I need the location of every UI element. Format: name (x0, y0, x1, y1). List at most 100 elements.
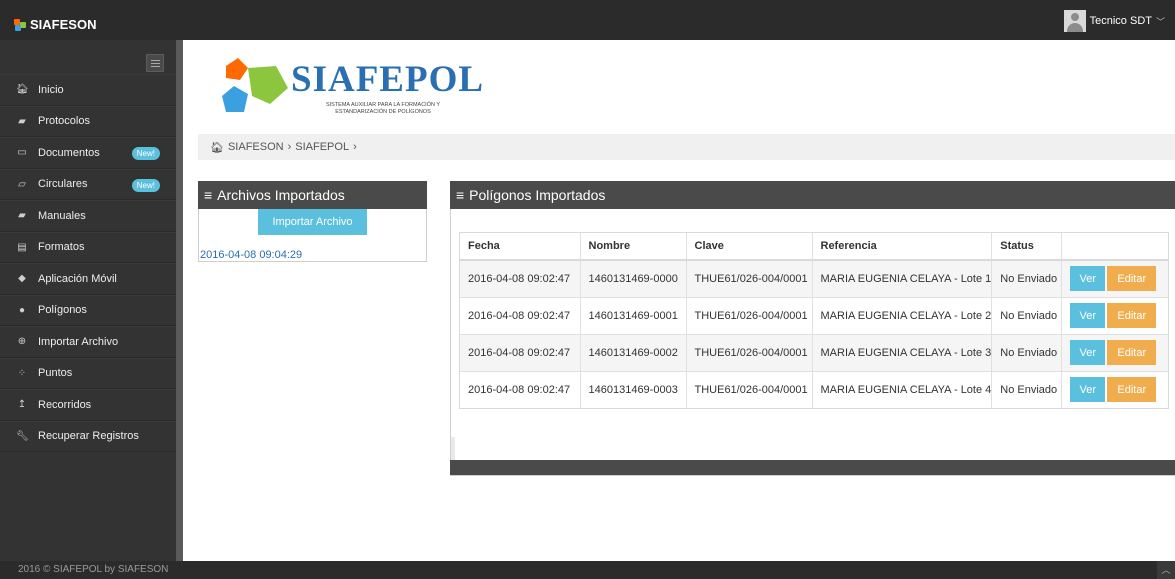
archivos-panel: ≡ Archivos Importados Importar Archivo 2… (198, 181, 427, 262)
logo-title: SIAFEPOL (291, 59, 485, 100)
actions-cell: Ver Editar (1061, 296, 1168, 334)
sidebar-item-manuales[interactable]: ▰ Manuales (0, 200, 176, 232)
table-cell: No Enviado (991, 370, 1063, 408)
breadcrumb: 🏠︎ SIAFESON › SIAFEPOL › (198, 134, 1175, 160)
table-cell: MARIA EUGENIA CELAYA - Lote 3 (812, 333, 993, 371)
sidebar-item-protocolos[interactable]: ▰ Protocolos (0, 105, 176, 137)
table-cell: 2016-04-08 09:02:47 (460, 333, 581, 371)
sidebar-item-label: Inicio (38, 83, 64, 96)
scroll-to-top-button[interactable]: ︿ (1157, 561, 1175, 579)
table-row: 2016-04-08 09:02:47 1460131469-0002 THUE61… (460, 333, 1168, 371)
actions-cell: Ver Editar (1061, 370, 1168, 408)
table-cell: 2016-04-08 09:02:47 (460, 370, 581, 408)
avatar (1063, 10, 1086, 32)
sidebar-item-label: Protocolos (38, 115, 90, 128)
book-icon: ▰ (18, 115, 26, 127)
breadcrumb-current[interactable]: SIAFEPOL (295, 141, 349, 153)
ver-button[interactable]: Ver (1070, 303, 1106, 328)
table-header-row: Fecha Nombre Clave Referencia Status (460, 233, 1168, 261)
poligonos-panel: ≡ Polígonos Importados Fecha Nombre Clav… (450, 181, 1175, 476)
siafepol-logo: SIAFEPOL SISTEMA AUXILIAR PARA LA FORMAC… (218, 56, 483, 122)
table-cell: THUE61/026-004/0001 (686, 296, 813, 334)
column-header-fecha: Fecha (460, 233, 581, 261)
import-file-button[interactable]: Importar Archivo (258, 209, 367, 235)
new-badge: New! (131, 178, 160, 192)
sidebar-item-label: Aplicación Móvil (38, 272, 117, 285)
ver-button[interactable]: Ver (1070, 377, 1106, 403)
sidebar-item-recuperar-registros[interactable]: 🔧︎ Recuperar Registros (0, 420, 176, 452)
user-menu[interactable]: Tecnico SDT ﹀ (1063, 10, 1165, 32)
sidebar-item-circulares[interactable]: ▱ Circulares New! (0, 168, 176, 200)
table-cell: MARIA EUGENIA CELAYA - Lote 4 (812, 370, 993, 408)
book-icon: ▰ (18, 210, 26, 222)
table-row: 2016-04-08 09:02:47 1460131469-0001 THUE61… (460, 296, 1168, 334)
poligonos-panel-footer (450, 460, 1175, 475)
poligonos-panel-header: ≡ Polígonos Importados (450, 181, 1175, 209)
sidebar-item-documentos[interactable]: ▭ Documentos New! (0, 137, 176, 169)
sidebar-menu: 🏠︎ Inicio ▰ Protocolos ▭ Documentos New! ▱ Circu… (0, 74, 176, 452)
table-cell: THUE61/026-004/0001 (686, 370, 813, 408)
new-badge: New! (131, 147, 160, 160)
user-name: Tecnico SDT (1089, 15, 1152, 27)
table-row: 2016-04-08 09:02:47 1460131469-0003 THUE61… (460, 370, 1168, 408)
logo-subtitle-line2: ESTANDARIZACIÓN DE POLÍGONOS (335, 109, 431, 115)
breadcrumb-home[interactable]: SIAFESON (228, 141, 284, 153)
poligonos-table: Fecha Nombre Clave Referencia Status 201… (459, 232, 1169, 409)
breadcrumb-separator: › (353, 141, 357, 153)
sidebar-item-inicio[interactable]: 🏠︎ Inicio (0, 74, 176, 106)
table-cell: MARIA EUGENIA CELAYA - Lote 1 (812, 259, 993, 297)
android-icon: ◆ (18, 273, 26, 285)
chevron-down-icon: ﹀ (1155, 16, 1165, 27)
logo-subtitle: SISTEMA AUXILIAR PARA LA FORMACIÓN Y EST… (298, 102, 468, 116)
poligonos-panel-title: Polígonos Importados (469, 187, 606, 203)
sidebar-item-label: Formatos (38, 241, 85, 254)
imported-file-link[interactable]: 2016-04-08 09:04:29 (200, 249, 302, 261)
editar-button[interactable]: Editar (1107, 377, 1157, 403)
sidebar-item-label: Documentos (38, 146, 100, 159)
table-cell: 2016-04-08 09:02:47 (460, 259, 581, 297)
breadcrumb-separator: › (287, 141, 292, 153)
ver-button[interactable]: Ver (1070, 266, 1106, 292)
table-cell: THUE61/026-004/0001 (686, 333, 813, 371)
sidebar-item-importar-archivo[interactable]: ⊕ Importar Archivo (0, 326, 176, 358)
editar-button[interactable]: Editar (1107, 266, 1157, 292)
home-icon: 🏠︎ (210, 141, 224, 154)
sidebar-item-label: Importar Archivo (38, 335, 119, 348)
editar-button[interactable]: Editar (1107, 340, 1157, 365)
table-cell: No Enviado (991, 333, 1063, 371)
table-cell: No Enviado (991, 259, 1063, 297)
sidebar-item-formatos[interactable]: ▤ Formatos (0, 231, 176, 263)
sidebar-toggle-button[interactable] (146, 54, 164, 72)
table-cell: THUE61/026-004/0001 (686, 259, 813, 297)
column-header-clave: Clave (686, 233, 813, 261)
brand-name: SIAFESON (30, 17, 97, 32)
table-cell: 1460131469-0002 (580, 333, 687, 371)
editar-button[interactable]: Editar (1107, 303, 1157, 328)
sidebar-scrollbar[interactable] (176, 40, 183, 561)
top-navbar: SIAFESON Tecnico SDT ﹀ (0, 0, 1175, 40)
actions-cell: Ver Editar (1061, 259, 1168, 297)
archivos-panel-header: ≡ Archivos Importados (198, 181, 427, 209)
home-icon: 🏠︎ (16, 84, 29, 96)
table-row: 2016-04-08 09:02:47 1460131469-0000 THUE61… (460, 259, 1168, 297)
table-cell: 1460131469-0000 (580, 259, 687, 297)
table-cell: 1460131469-0001 (580, 296, 687, 334)
column-header-actions (1061, 233, 1168, 261)
sidebar-item-pol-gonos[interactable]: ● Polígonos (0, 294, 176, 326)
sidebar-item-recorridos[interactable]: ↥ Recorridos (0, 389, 176, 421)
brand[interactable]: SIAFESON (14, 17, 96, 32)
page-footer: 2016 © SIAFEPOL by SIAFESON ︿ (0, 561, 1175, 579)
sidebar-item-puntos[interactable]: ⁘ Puntos (0, 357, 176, 389)
circle-icon: ● (18, 304, 26, 316)
sidebar-item-aplicaci-n-m-vil[interactable]: ◆ Aplicación Móvil (0, 263, 176, 295)
sidebar-item-label: Puntos (38, 367, 73, 380)
footer-text: 2016 © SIAFEPOL by SIAFESON (18, 564, 169, 575)
sidebar: 🏠︎ Inicio ▰ Protocolos ▭ Documentos New! ▱ Circu… (0, 40, 176, 561)
sidebar-item-label: Recorridos (38, 398, 92, 411)
archivos-panel-title: Archivos Importados (217, 187, 345, 203)
ver-button[interactable]: Ver (1070, 340, 1106, 365)
panel-handle (451, 437, 455, 461)
folder-open-icon: ▱ (18, 178, 26, 190)
actions-cell: Ver Editar (1061, 333, 1168, 371)
sidebar-item-label: Recuperar Registros (38, 430, 139, 443)
